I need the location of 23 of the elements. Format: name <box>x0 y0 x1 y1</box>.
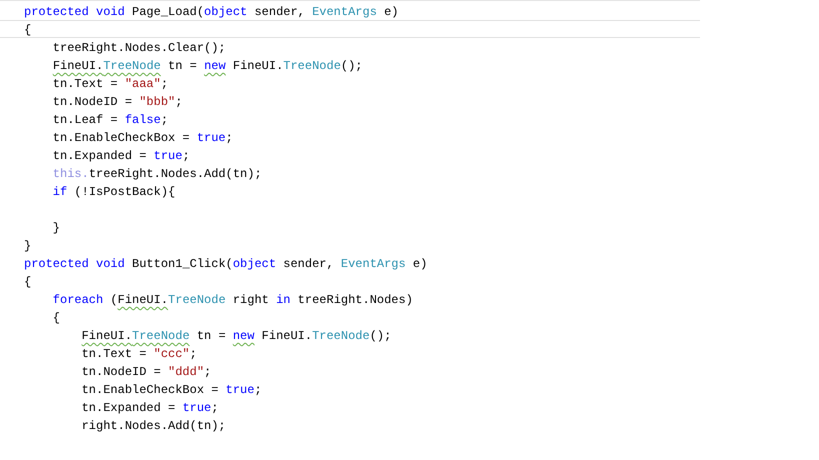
code-line: tn.Expanded = true; <box>80 400 218 417</box>
code-line: right.Nodes.Add(tn); <box>80 418 226 435</box>
code-line: tn.EnableCheckBox = true; <box>80 382 262 399</box>
code-line: if (!IsPostBack){ <box>52 184 176 201</box>
code-line: tn.Leaf = false; <box>52 112 168 129</box>
code-line: } <box>52 220 60 237</box>
code-line: } <box>24 238 32 255</box>
code-line: tn.Text = "aaa"; <box>52 76 168 93</box>
code-line: { <box>52 310 60 327</box>
code-line: tn.NodeID = "ddd"; <box>80 364 212 381</box>
code-line: protected void Button1_Click(object sender, EventArgs e) <box>24 256 428 273</box>
code-line: protected void Page_Load(object sender, EventArgs e) <box>24 4 398 21</box>
code-line: { <box>24 22 32 39</box>
code-line: tn.EnableCheckBox = true; <box>52 130 233 147</box>
code-line: tn.Text = "ccc"; <box>80 346 197 363</box>
code-line: treeRight.Nodes.Clear(); <box>52 40 226 57</box>
code-line: FineUI.TreeNode tn = new FineUI.TreeNode(); <box>52 58 362 75</box>
code-line: tn.Expanded = true; <box>52 148 190 165</box>
code-line: this.treeRight.Nodes.Add(tn); <box>52 166 262 183</box>
code-line: tn.NodeID = "bbb"; <box>52 94 182 111</box>
code-line: FineUI.TreeNode tn = new FineUI.TreeNode(); <box>80 328 392 345</box>
code-line: foreach (FineUI.TreeNode right in treeRight.Nodes) <box>52 292 413 309</box>
code-line: { <box>24 274 32 291</box>
